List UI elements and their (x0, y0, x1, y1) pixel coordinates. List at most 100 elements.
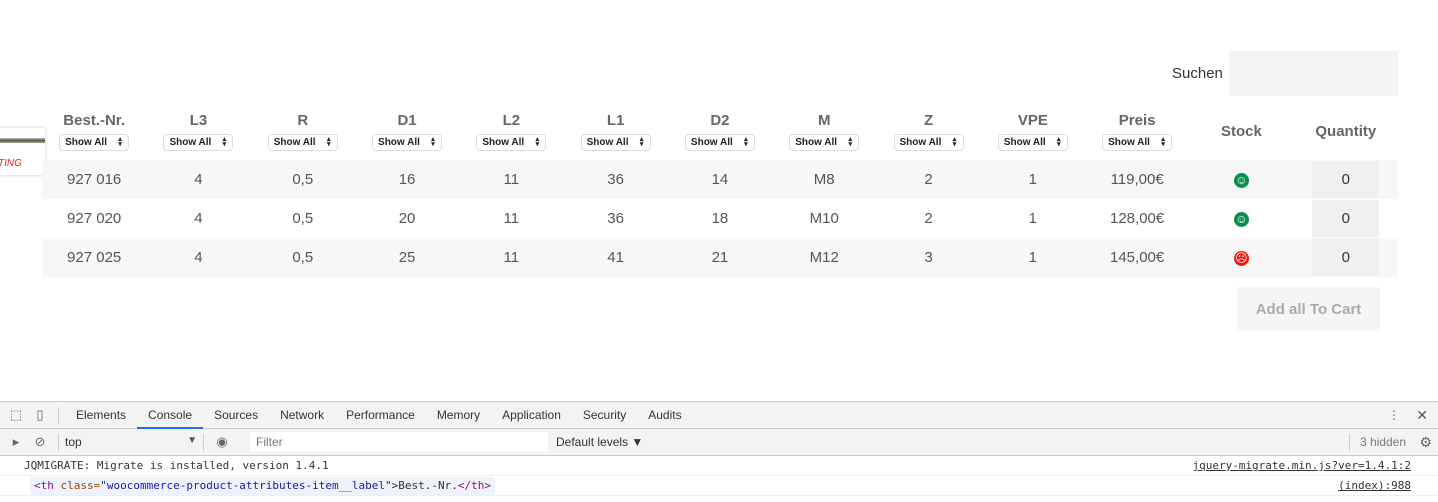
table-cell: 11 (503, 210, 520, 227)
table-cell: 2 (876, 160, 981, 199)
context-selector[interactable]: top ▼ (65, 435, 197, 449)
devtools-tab-elements[interactable]: Elements (65, 402, 137, 429)
table-cell: M12 (772, 238, 877, 277)
sidebar-toggle-icon[interactable]: ▸ (4, 434, 28, 450)
stock-cell: ☺ (1189, 199, 1293, 238)
add-all-to-cart-button[interactable]: Add all To Cart (1237, 287, 1380, 331)
devtools-tab-application[interactable]: Application (491, 402, 572, 429)
table-cell: 2 (924, 210, 933, 227)
devtools-tab-network[interactable]: Network (269, 402, 335, 429)
search-input[interactable] (1229, 51, 1398, 96)
table-row: 927 016 4 0,5 16 11 36 14 M8 2 1 119,00€ ☺ 0 (42, 160, 1398, 199)
console-message: JQMIGRATE: Migrate is installed, version… (0, 456, 1438, 476)
devtools-tab-audits[interactable]: Audits (637, 402, 692, 429)
column-header: Z Show All (876, 100, 980, 160)
column-label: D1 (397, 111, 417, 129)
devtools-tab-security[interactable]: Security (572, 402, 637, 429)
table-cell: 36 (563, 160, 668, 199)
eye-icon[interactable]: ◉ (210, 434, 234, 450)
source-link[interactable]: (index):988 (1338, 476, 1411, 496)
dom-node-preview[interactable]: <th class="woocommerce-product-attribute… (30, 477, 495, 495)
table-cell: 1 (980, 238, 1085, 277)
inspect-element-icon[interactable]: ⬚ (4, 407, 28, 423)
column-header: D1 Show All (355, 100, 459, 160)
product-variants-table: Best.-Nr. Show All L3 Show All R Show All D1 Sh… (42, 100, 1398, 277)
quantity-input[interactable]: 0 (1312, 239, 1380, 276)
table-row: 927 025 4 0,5 25 11 41 21 M12 3 1 145,00€ ☹ 0 (42, 238, 1398, 277)
quantity-cell: 0 (1294, 199, 1398, 238)
smiley-happy-icon: ☺ (1233, 173, 1249, 188)
source-link[interactable]: jquery-migrate.min.js?ver=1.4.1:2 (1192, 456, 1411, 476)
column-filter-select[interactable]: Show All (372, 133, 443, 151)
table-cell: 145,00€ (1084, 238, 1190, 277)
quantity-input[interactable]: 0 (1312, 200, 1380, 237)
table-cell: 14 (667, 160, 773, 199)
table-cell: 128,00€ (1110, 210, 1165, 227)
devtools-tab-memory[interactable]: Memory (426, 402, 491, 429)
column-header: L3 Show All (146, 100, 250, 160)
devtools-tab-console[interactable]: Console (137, 402, 204, 429)
more-options-icon[interactable]: ⋮ (1388, 408, 1400, 422)
table-cell: 1 (1028, 210, 1037, 227)
devtools-tabbar: ⬚ ▯ Elements Console Sources Network Perform… (0, 402, 1438, 429)
quantity-header: Quantity (1315, 122, 1377, 140)
column-header: Best.-Nr. Show All (42, 100, 146, 160)
column-filter-select[interactable]: Show All (476, 133, 547, 151)
column-filter-select[interactable]: Show All (267, 133, 338, 151)
table-cell: 36 (607, 210, 624, 227)
table-cell: 4 (146, 238, 251, 277)
table-cell: 4 (146, 160, 251, 199)
product-image (0, 138, 45, 143)
table-cell: 4 (194, 210, 203, 227)
column-header: L2 Show All (459, 100, 563, 160)
console-filter-input[interactable] (250, 432, 548, 452)
column-header: VPE Show All (981, 100, 1085, 160)
column-header: M Show All (772, 100, 876, 160)
device-toolbar-icon[interactable]: ▯ (28, 407, 52, 423)
column-label: M (817, 111, 831, 129)
column-label: L2 (502, 111, 521, 129)
table-cell: 927 020 (67, 210, 122, 227)
column-filter-select[interactable]: Show All (684, 133, 755, 151)
table-cell: M8 (772, 160, 877, 199)
column-label: R (297, 111, 309, 129)
table-cell: 25 (354, 238, 460, 277)
column-label: L1 (606, 111, 625, 129)
column-filter-select[interactable]: Show All (789, 133, 860, 151)
product-card-text: TING (0, 158, 22, 169)
table-cell: 927 025 (42, 238, 147, 277)
devtools-tab-sources[interactable]: Sources (203, 402, 269, 429)
column-filter-select[interactable]: Show All (580, 133, 651, 151)
table-cell: 20 (398, 210, 416, 227)
quantity-input[interactable]: 0 (1312, 161, 1380, 198)
devtools-tab-performance[interactable]: Performance (335, 402, 426, 429)
table-cell: 927 016 (42, 160, 147, 199)
close-devtools-icon[interactable]: ✕ (1416, 407, 1428, 424)
table-cell: 0,5 (292, 210, 314, 227)
table-cell: M10 (809, 210, 839, 227)
smiley-sad-icon: ☹ (1233, 251, 1249, 266)
column-filter-select[interactable]: Show All (893, 133, 964, 151)
column-label: Best.-Nr. (63, 111, 125, 129)
log-levels-dropdown[interactable]: Default levels ▼ (556, 435, 643, 449)
stock-cell: ☺ (1189, 160, 1294, 199)
quantity-cell: 0 (1293, 238, 1398, 277)
column-label: L3 (189, 111, 208, 129)
column-filter-select[interactable]: Show All (59, 133, 130, 151)
smiley-happy-icon: ☺ (1233, 212, 1249, 227)
column-filter-select[interactable]: Show All (163, 133, 234, 151)
table-cell: 11 (459, 160, 564, 199)
column-filter-select[interactable]: Show All (997, 133, 1068, 151)
hidden-count: 3 hidden (1359, 435, 1406, 449)
clear-console-icon[interactable]: ⊘ (28, 434, 52, 450)
column-filter-select[interactable]: Show All (1102, 133, 1173, 151)
table-cell: 0,5 (250, 160, 355, 199)
table-cell: 18 (711, 210, 729, 227)
column-label: Z (923, 111, 934, 129)
settings-gear-icon[interactable]: ⚙ (1419, 434, 1432, 451)
product-card[interactable]: TING (0, 128, 45, 175)
search-label: Suchen (1172, 65, 1223, 82)
column-header: D2 Show All (668, 100, 772, 160)
stock-header: Stock (1220, 122, 1262, 140)
quantity-cell: 0 (1293, 160, 1398, 199)
